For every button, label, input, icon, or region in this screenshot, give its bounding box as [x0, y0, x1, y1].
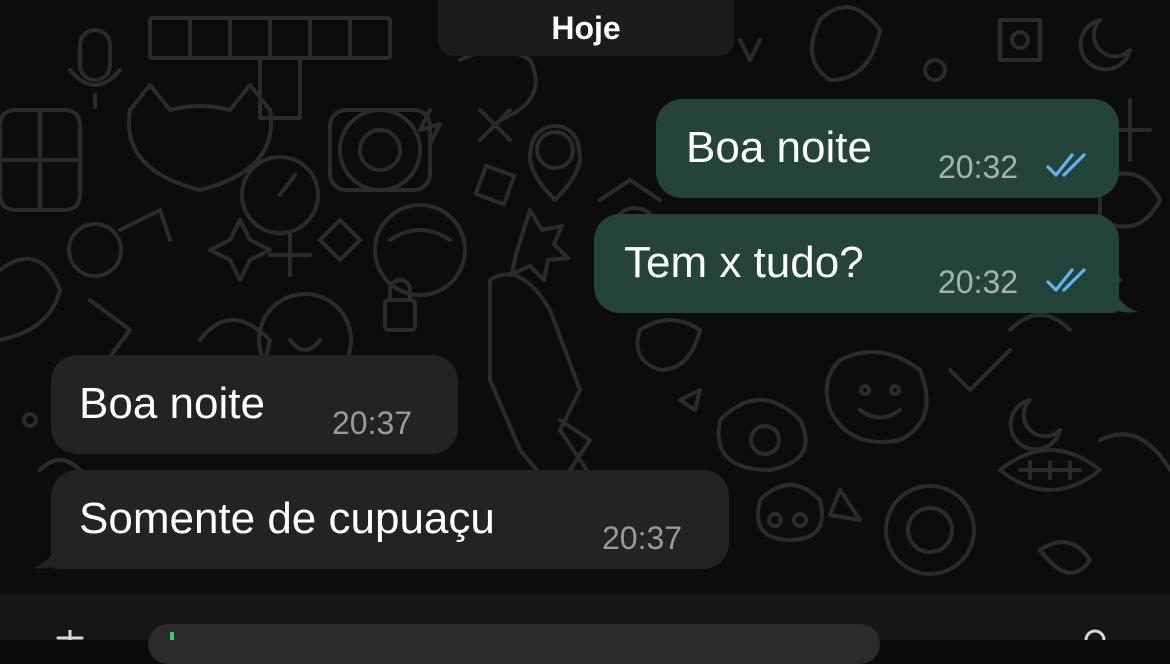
message-input[interactable] [148, 624, 880, 664]
message-time: 20:37 [602, 520, 683, 556]
message-bubble-outgoing[interactable]: Tem x tudo? 20:32 [594, 214, 1119, 313]
message-bubble-outgoing[interactable]: Boa noite 20:32 [656, 99, 1119, 198]
read-ticks-icon [1046, 153, 1086, 177]
bubble-tail [1114, 288, 1138, 313]
plus-icon[interactable] [56, 630, 84, 640]
date-separator: Hoje [438, 0, 734, 56]
message-time: 20:32 [938, 264, 1019, 300]
message-bubble-incoming[interactable]: Boa noite 20:37 [51, 355, 458, 454]
message-text: Tem x tudo? [624, 238, 864, 287]
microphone-icon[interactable] [1080, 628, 1110, 640]
message-time: 20:37 [332, 405, 413, 441]
message-text: Boa noite [686, 123, 872, 172]
message-text: Boa noite [79, 379, 265, 428]
read-ticks-icon [1046, 268, 1086, 292]
bubble-tail [33, 544, 57, 569]
composer-bar [0, 594, 1170, 664]
chat-area[interactable]: Hoje Boa noite 20:32 Tem x tudo? 20:32 B… [0, 0, 1170, 594]
message-text: Somente de cupuaçu [79, 494, 495, 543]
message-bubble-incoming[interactable]: Somente de cupuaçu 20:37 [51, 470, 729, 569]
date-separator-label: Hoje [551, 9, 621, 46]
message-time: 20:32 [938, 149, 1019, 185]
text-cursor [170, 632, 174, 640]
